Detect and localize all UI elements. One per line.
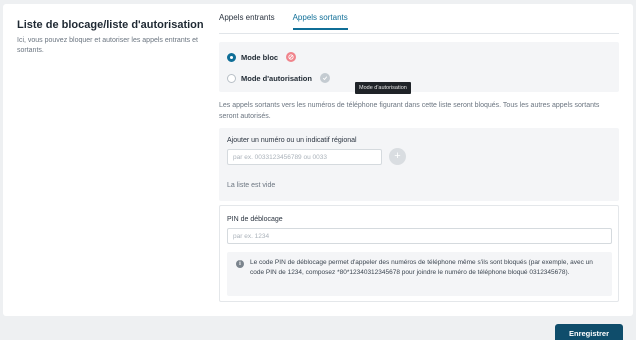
outgoing-info-text: Les appels sortants vers les numéros de … bbox=[219, 102, 600, 120]
block-mode-option[interactable]: Mode bloc bbox=[227, 52, 297, 62]
plus-icon: + bbox=[394, 150, 401, 162]
pin-note: i Le code PIN de déblocage permet d'appe… bbox=[227, 252, 612, 296]
check-icon bbox=[319, 73, 330, 83]
number-input[interactable] bbox=[227, 149, 382, 165]
section-title: Liste de blocage/liste d'autorisation bbox=[17, 19, 204, 31]
block-icon bbox=[286, 52, 297, 62]
section-description: Ici, vous pouvez bloquer et autoriser le… bbox=[17, 37, 198, 54]
block-mode-label: Mode bloc bbox=[241, 52, 279, 62]
call-tabs: Appels entrants Appels sortants bbox=[219, 13, 366, 30]
pin-label: PIN de déblocage bbox=[227, 216, 283, 223]
add-number-panel: Ajouter un numéro ou un indicatif région… bbox=[219, 128, 619, 201]
tab-outgoing-calls[interactable]: Appels sortants bbox=[292, 13, 348, 30]
authorization-mode-option[interactable]: Mode d'autorisation bbox=[227, 73, 330, 83]
footer-bar bbox=[0, 318, 636, 340]
unlock-pin-panel: PIN de déblocage i Le code PIN de débloc… bbox=[219, 205, 619, 302]
pin-input[interactable] bbox=[227, 228, 612, 244]
tabs-divider bbox=[219, 33, 619, 34]
add-number-label: Ajouter un numéro ou un indicatif région… bbox=[227, 137, 357, 144]
block-mode-radio[interactable] bbox=[227, 52, 236, 62]
empty-list-text: La liste est vide bbox=[227, 182, 276, 189]
mode-selector: Mode bloc Mode d'autorisation bbox=[219, 42, 619, 92]
tab-incoming-calls[interactable]: Appels entrants bbox=[219, 13, 275, 30]
add-number-button[interactable]: + bbox=[389, 148, 406, 165]
authorization-mode-radio[interactable] bbox=[227, 73, 236, 83]
authorization-mode-label: Mode d'autorisation bbox=[241, 73, 312, 83]
info-icon: i bbox=[236, 260, 244, 268]
pin-note-text: Le code PIN de déblocage permet d'appele… bbox=[250, 259, 593, 276]
save-button[interactable]: Enregistrer bbox=[555, 324, 623, 340]
mode-tooltip: Mode d'autorisation bbox=[355, 82, 411, 94]
